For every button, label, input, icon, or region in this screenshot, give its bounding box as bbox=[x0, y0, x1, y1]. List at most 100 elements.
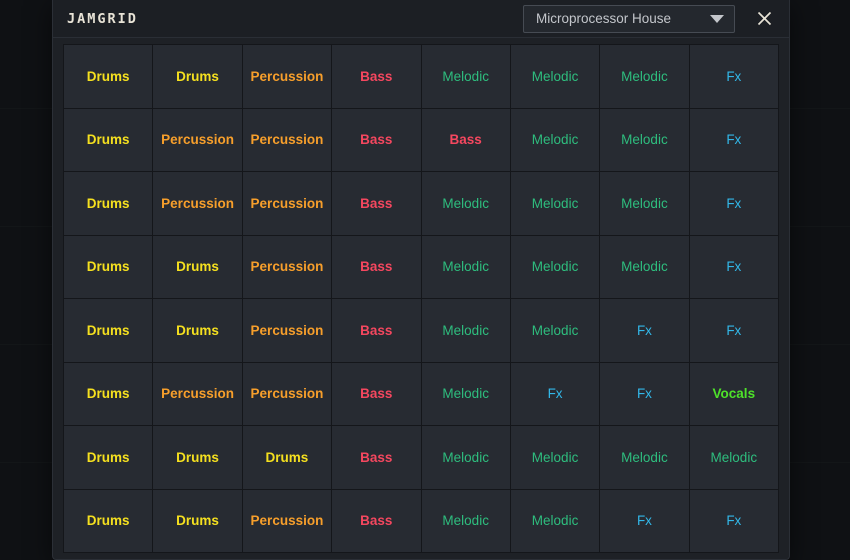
jamgrid-modal: JAMGRID Microprocessor House DrumsDrumsP… bbox=[52, 0, 790, 560]
loop-cell[interactable]: Percussion bbox=[243, 363, 332, 427]
loop-cell[interactable]: Percussion bbox=[243, 490, 332, 554]
loop-cell-label: Drums bbox=[87, 514, 130, 528]
loop-cell[interactable]: Fx bbox=[690, 109, 779, 173]
loop-cell[interactable]: Melodic bbox=[511, 299, 600, 363]
loop-cell-label: Drums bbox=[176, 70, 219, 84]
loop-cell[interactable]: Melodic bbox=[422, 236, 511, 300]
loop-cell[interactable]: Bass bbox=[332, 109, 421, 173]
loop-cell[interactable]: Bass bbox=[332, 299, 421, 363]
loop-cell[interactable]: Melodic bbox=[600, 236, 689, 300]
loop-cell[interactable]: Percussion bbox=[153, 363, 242, 427]
loop-grid: DrumsDrumsPercussionBassMelodicMelodicMe… bbox=[63, 44, 779, 553]
loop-cell[interactable]: Drums bbox=[64, 109, 153, 173]
loop-cell[interactable]: Drums bbox=[153, 426, 242, 490]
loop-cell-label: Percussion bbox=[251, 387, 324, 401]
loop-cell[interactable]: Bass bbox=[332, 172, 421, 236]
loop-cell-label: Bass bbox=[360, 260, 392, 274]
loop-cell[interactable]: Drums bbox=[64, 299, 153, 363]
loop-cell[interactable]: Drums bbox=[64, 490, 153, 554]
loop-cell[interactable]: Percussion bbox=[153, 109, 242, 173]
loop-cell[interactable]: Melodic bbox=[422, 172, 511, 236]
loop-cell[interactable]: Fx bbox=[690, 490, 779, 554]
loop-cell[interactable]: Melodic bbox=[511, 109, 600, 173]
loop-cell-label: Fx bbox=[637, 324, 652, 338]
loop-cell[interactable]: Fx bbox=[690, 299, 779, 363]
loop-cell[interactable]: Drums bbox=[153, 299, 242, 363]
preset-dropdown[interactable]: Microprocessor House bbox=[523, 5, 735, 33]
grid-scroll-area[interactable]: DrumsDrumsPercussionBassMelodicMelodicMe… bbox=[53, 38, 789, 559]
loop-cell[interactable]: Drums bbox=[153, 490, 242, 554]
loop-cell[interactable]: Drums bbox=[64, 363, 153, 427]
loop-cell[interactable]: Drums bbox=[64, 236, 153, 300]
loop-cell[interactable]: Drums bbox=[243, 426, 332, 490]
loop-cell[interactable]: Bass bbox=[332, 426, 421, 490]
loop-cell[interactable]: Fx bbox=[690, 236, 779, 300]
loop-cell-label: Percussion bbox=[251, 260, 324, 274]
loop-cell[interactable]: Fx bbox=[600, 363, 689, 427]
loop-cell-label: Bass bbox=[360, 514, 392, 528]
preset-dropdown-label: Microprocessor House bbox=[536, 11, 702, 26]
loop-cell[interactable]: Percussion bbox=[243, 109, 332, 173]
loop-cell[interactable]: Drums bbox=[64, 45, 153, 109]
loop-cell-label: Drums bbox=[87, 260, 130, 274]
loop-cell[interactable]: Drums bbox=[153, 45, 242, 109]
loop-cell-label: Bass bbox=[360, 133, 392, 147]
loop-cell-label: Melodic bbox=[621, 197, 668, 211]
loop-cell-label: Melodic bbox=[621, 451, 668, 465]
loop-cell-label: Drums bbox=[266, 451, 309, 465]
loop-cell[interactable]: Bass bbox=[332, 236, 421, 300]
loop-cell[interactable]: Bass bbox=[422, 109, 511, 173]
loop-cell[interactable]: Fx bbox=[600, 490, 689, 554]
loop-cell[interactable]: Melodic bbox=[422, 299, 511, 363]
loop-cell[interactable]: Percussion bbox=[243, 299, 332, 363]
loop-cell-label: Fx bbox=[726, 70, 741, 84]
loop-cell[interactable]: Percussion bbox=[243, 172, 332, 236]
loop-cell[interactable]: Drums bbox=[64, 426, 153, 490]
loop-cell[interactable]: Melodic bbox=[690, 426, 779, 490]
close-icon bbox=[756, 10, 773, 27]
loop-cell[interactable]: Melodic bbox=[422, 426, 511, 490]
loop-cell[interactable]: Melodic bbox=[511, 490, 600, 554]
loop-cell[interactable]: Melodic bbox=[600, 426, 689, 490]
loop-cell[interactable]: Bass bbox=[332, 363, 421, 427]
loop-cell-label: Melodic bbox=[532, 70, 579, 84]
loop-cell[interactable]: Melodic bbox=[511, 172, 600, 236]
loop-cell[interactable]: Percussion bbox=[153, 172, 242, 236]
loop-cell-label: Melodic bbox=[442, 514, 489, 528]
loop-cell[interactable]: Melodic bbox=[600, 45, 689, 109]
loop-cell[interactable]: Fx bbox=[511, 363, 600, 427]
loop-cell[interactable]: Percussion bbox=[243, 45, 332, 109]
loop-cell[interactable]: Percussion bbox=[243, 236, 332, 300]
loop-cell-label: Melodic bbox=[532, 324, 579, 338]
loop-cell[interactable]: Melodic bbox=[422, 490, 511, 554]
loop-cell[interactable]: Melodic bbox=[511, 236, 600, 300]
loop-cell[interactable]: Fx bbox=[690, 172, 779, 236]
loop-cell-label: Fx bbox=[637, 514, 652, 528]
loop-cell[interactable]: Drums bbox=[153, 236, 242, 300]
loop-cell-label: Drums bbox=[176, 514, 219, 528]
loop-cell[interactable]: Vocals bbox=[690, 363, 779, 427]
loop-cell-label: Drums bbox=[87, 324, 130, 338]
loop-cell[interactable]: Fx bbox=[600, 299, 689, 363]
loop-cell[interactable]: Melodic bbox=[422, 363, 511, 427]
loop-cell-label: Bass bbox=[360, 324, 392, 338]
loop-cell-label: Drums bbox=[87, 451, 130, 465]
loop-cell-label: Drums bbox=[176, 260, 219, 274]
loop-cell[interactable]: Fx bbox=[690, 45, 779, 109]
loop-cell[interactable]: Melodic bbox=[511, 45, 600, 109]
loop-cell[interactable]: Bass bbox=[332, 490, 421, 554]
loop-cell[interactable]: Melodic bbox=[422, 45, 511, 109]
loop-cell-label: Melodic bbox=[532, 451, 579, 465]
loop-cell[interactable]: Melodic bbox=[600, 109, 689, 173]
loop-cell-label: Percussion bbox=[251, 133, 324, 147]
loop-cell-label: Bass bbox=[360, 197, 392, 211]
close-button[interactable] bbox=[749, 4, 779, 34]
loop-cell-label: Melodic bbox=[532, 133, 579, 147]
loop-cell[interactable]: Drums bbox=[64, 172, 153, 236]
loop-cell[interactable]: Bass bbox=[332, 45, 421, 109]
loop-cell-label: Melodic bbox=[442, 260, 489, 274]
loop-cell-label: Percussion bbox=[251, 197, 324, 211]
loop-cell[interactable]: Melodic bbox=[511, 426, 600, 490]
loop-cell[interactable]: Melodic bbox=[600, 172, 689, 236]
loop-cell-label: Melodic bbox=[442, 387, 489, 401]
